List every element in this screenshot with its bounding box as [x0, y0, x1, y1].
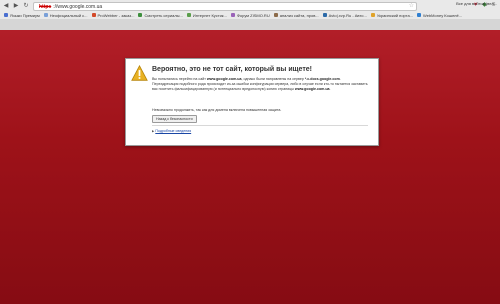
- bookmark-item[interactable]: WebMoney Кошелё...: [417, 13, 462, 18]
- warning-icon: [131, 65, 148, 81]
- infobar-strip: [0, 19, 500, 30]
- address-bar[interactable]: https ://www.google.com.ua ☆: [33, 2, 417, 11]
- other-bookmarks[interactable]: Все для вайтов (вел...: [456, 0, 497, 8]
- bookmark-label: Avto|.xvp.Ru - Авто...: [328, 12, 367, 18]
- expand-triangle-icon: ▶: [152, 129, 155, 133]
- bookmark-star-icon[interactable]: ☆: [409, 3, 414, 10]
- bookmark-favicon-icon: [4, 13, 8, 17]
- bookmarks-bar: Языки Премиум Неофициальный с... ProWebber…: [0, 11, 500, 19]
- bookmark-label: анализ сайта, пров...: [279, 12, 319, 18]
- page-title: Вероятно, это не тот сайт, который вы ищ…: [152, 66, 313, 73]
- bookmark-label: Неофициальный с...: [49, 12, 88, 18]
- bookmark-item[interactable]: Форум ZISMO.RU: [230, 12, 270, 18]
- bookmark-favicon-icon: [43, 13, 48, 17]
- back-to-safety-button[interactable]: Назад к безопасности: [152, 115, 197, 123]
- bookmark-item[interactable]: Украинский порта...: [370, 12, 414, 18]
- bookmark-item[interactable]: ProWebber - заказ...: [91, 12, 135, 18]
- back-icon[interactable]: ◀: [2, 2, 10, 10]
- bookmark-item[interactable]: Avto|.xvp.Ru - Авто...: [322, 12, 367, 18]
- bookmark-item[interactable]: Неофициальный с...: [43, 12, 88, 18]
- bookmark-favicon-icon: [138, 13, 143, 17]
- bookmark-favicon-icon: [230, 13, 235, 17]
- bookmark-item[interactable]: Интернет Кустик...: [186, 12, 227, 18]
- hsts-note: Невозможно продолжить, так как для домен…: [152, 108, 282, 112]
- details-link[interactable]: ▶Подробные сведения: [152, 129, 191, 133]
- bookmark-label: Форум ZISMO.RU: [236, 12, 270, 18]
- url-text: ://www.google.com.ua: [53, 3, 103, 10]
- bookmark-label: ProWebber - заказ...: [97, 12, 135, 18]
- bookmark-favicon-icon: [322, 13, 327, 17]
- requested-host: www.google.com.ua: [206, 77, 242, 81]
- bookmark-label: Смотреть сериалы...: [144, 12, 183, 18]
- bookmark-favicon-icon: [370, 13, 375, 17]
- url-scheme: https: [39, 3, 52, 10]
- bookmark-item[interactable]: Смотреть сериалы...: [138, 12, 183, 18]
- bookmark-label: Интернет Кустик...: [192, 12, 227, 18]
- bookmark-favicon-icon: [186, 13, 191, 17]
- requested-host-2: www.google.com.ua: [294, 87, 330, 92]
- bookmark-item[interactable]: анализ сайта, пров...: [273, 12, 319, 18]
- forward-icon[interactable]: ▶: [12, 2, 20, 10]
- bookmark-item[interactable]: Языки Премиум: [4, 13, 40, 18]
- ssl-error-dialog: Вероятно, это не тот сайт, который вы ищ…: [125, 58, 379, 146]
- bookmark-favicon-icon: [273, 13, 278, 17]
- divider: [152, 125, 368, 126]
- error-description: Вы попытались перейти на сайт www.google…: [152, 77, 368, 92]
- browser-chrome: ◀ ▶ ↻ https ://www.google.com.ua ☆ ♥ ◆ ≡ Я…: [0, 0, 500, 31]
- certificate-host: *.c.docs.google.com: [304, 77, 340, 81]
- reload-icon[interactable]: ↻: [22, 2, 30, 10]
- bookmark-label: Языки Премиум: [10, 12, 40, 18]
- bookmark-label: Украинский порта...: [376, 12, 414, 18]
- bookmark-label: WebMoney Кошелё...: [423, 12, 463, 18]
- page-background: Вероятно, это не тот сайт, который вы ищ…: [0, 30, 500, 304]
- bookmark-favicon-icon: [91, 13, 96, 17]
- bookmark-favicon-icon: [417, 13, 422, 17]
